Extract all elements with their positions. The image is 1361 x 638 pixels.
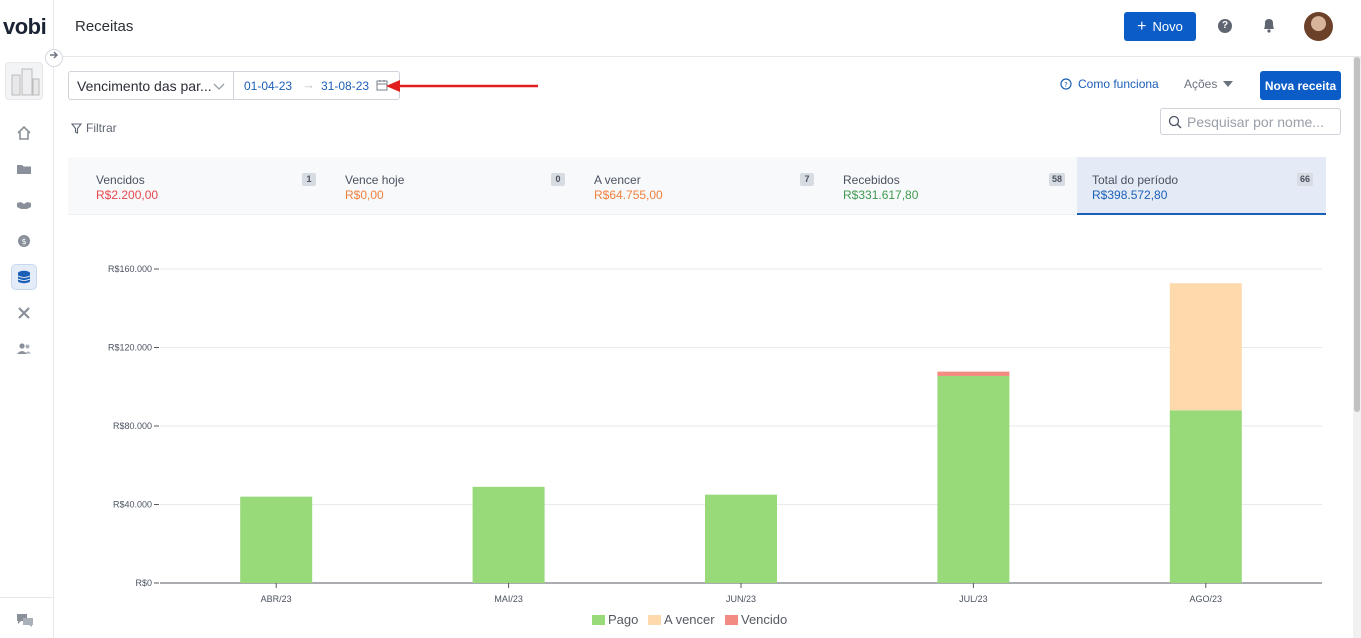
bar-segment [705, 494, 777, 583]
summary-amount: R$2.200,00 [96, 188, 159, 202]
summary-card-a-vencer[interactable]: A vencer R$64.755,00 7 [566, 157, 815, 215]
page-title: Receitas [75, 18, 134, 35]
summary-label: Recebidos [843, 173, 900, 187]
date-start-input[interactable]: 01-04-23 [244, 79, 292, 93]
how-it-works-label: Como funciona [1078, 77, 1159, 91]
sidebar-coins-stack-icon[interactable] [11, 264, 37, 290]
y-tick-label: R$40.000 [113, 500, 152, 510]
caret-down-icon [1223, 81, 1234, 87]
summary-amount: R$331.617,80 [843, 188, 919, 202]
question-circle-icon: ? [1060, 78, 1072, 90]
bar-segment [937, 371, 1010, 376]
red-arrow-annotation-icon [386, 80, 538, 92]
sidebar-dollar-badge-icon[interactable]: $ [11, 228, 37, 254]
actions-dropdown[interactable]: Ações [1184, 77, 1234, 91]
filter-icon [71, 122, 82, 134]
summary-label: Vencidos [96, 173, 145, 187]
search-input[interactable]: Pesquisar por nome... [1160, 108, 1341, 135]
legend-swatch [725, 615, 738, 625]
range-arrow-icon: → [302, 77, 315, 92]
bell-icon[interactable] [1262, 17, 1276, 38]
y-tick-label: R$160.000 [108, 264, 152, 274]
summary-amount: R$64.755,00 [594, 188, 663, 202]
user-avatar[interactable] [1304, 12, 1333, 41]
new-revenue-button[interactable]: Nova receita [1260, 71, 1341, 100]
legend-swatch [648, 615, 661, 625]
sidebar-home-icon[interactable] [11, 120, 37, 146]
sidebar: vobi $ [0, 0, 54, 638]
sidebar-users-icon[interactable] [11, 336, 37, 362]
summary-amount: R$398.572,80 [1092, 188, 1168, 202]
summary-card-recebidos[interactable]: Recebidos R$331.617,80 58 [815, 157, 1066, 215]
y-tick-label: R$80.000 [113, 421, 152, 431]
date-type-value: Vencimento das par... [77, 78, 212, 94]
sidebar-collapse-button[interactable] [45, 49, 63, 67]
filter-button[interactable]: Filtrar [71, 121, 117, 135]
x-tick-label: JUN/23 [726, 594, 756, 604]
y-tick-label: R$0 [135, 578, 152, 588]
plus-icon: + [1137, 17, 1147, 35]
summary-card-vencidos[interactable]: Vencidos R$2.200,00 1 [68, 157, 317, 215]
x-tick-label: JUL/23 [959, 594, 988, 604]
summary-count-badge: 1 [302, 173, 316, 186]
summary-count-badge: 58 [1049, 173, 1066, 186]
date-end-input[interactable]: 31-08-23 [321, 79, 369, 93]
date-range-picker[interactable]: 01-04-23 → 31-08-23 [233, 71, 400, 100]
summary-amount: R$0,00 [345, 188, 384, 202]
filter-label: Filtrar [86, 121, 117, 135]
actions-label: Ações [1184, 77, 1218, 91]
svg-text:$: $ [21, 237, 26, 246]
bar-segment [1169, 410, 1242, 583]
summary-label: Vence hoje [345, 173, 405, 187]
page-scrollbar[interactable] [1353, 57, 1361, 638]
x-tick-label: AGO/23 [1190, 594, 1223, 604]
sidebar-tools-icon[interactable] [11, 300, 37, 326]
how-it-works-link[interactable]: ? Como funciona [1060, 77, 1159, 91]
app-logo[interactable]: vobi [3, 14, 47, 40]
bar-segment [937, 375, 1010, 583]
summary-label: A vencer [594, 173, 641, 187]
help-icon[interactable]: ? [1218, 19, 1232, 33]
chat-icon[interactable] [16, 612, 34, 633]
sidebar-folder-icon[interactable] [11, 156, 37, 182]
summary-bar: Vencidos R$2.200,00 1 Vence hoje R$0,00 … [68, 157, 1326, 215]
date-type-select[interactable]: Vencimento das par... [68, 71, 234, 100]
search-placeholder: Pesquisar por nome... [1187, 114, 1324, 130]
summary-card-vence-hoje[interactable]: Vence hoje R$0,00 0 [317, 157, 566, 215]
summary-count-badge: 7 [800, 173, 814, 186]
summary-count-badge: 0 [551, 173, 565, 186]
top-bar: Receitas + Novo ? [54, 0, 1361, 57]
sidebar-divider [0, 597, 54, 598]
x-tick-label: MAI/23 [494, 594, 523, 604]
new-button[interactable]: + Novo [1124, 12, 1196, 41]
legend-label: Vencido [741, 612, 787, 627]
new-button-label: Novo [1152, 19, 1183, 34]
arrow-right-icon [50, 51, 58, 59]
bar-segment [1169, 283, 1242, 411]
bar-segment [240, 496, 313, 583]
bar-segment [472, 486, 545, 583]
legend-label: A vencer [664, 612, 715, 627]
company-thumbnail[interactable] [5, 62, 43, 100]
svg-text:?: ? [1064, 81, 1068, 89]
sidebar-handshake-icon[interactable] [11, 192, 37, 218]
legend-swatch [592, 615, 605, 625]
revenue-chart: R$0 R$40.000 R$80.000 R$120.000 R$160.000 ABR… [108, 264, 1322, 627]
chevron-down-icon [213, 83, 225, 90]
y-tick-label: R$120.000 [108, 343, 152, 353]
search-icon [1168, 115, 1182, 129]
legend-label: Pago [608, 612, 638, 627]
summary-count-badge: 66 [1297, 173, 1314, 186]
summary-card-total[interactable]: Total do período R$398.572,80 66 [1077, 157, 1326, 215]
scrollbar-thumb[interactable] [1354, 57, 1360, 412]
x-tick-label: ABR/23 [261, 594, 292, 604]
summary-label: Total do período [1092, 173, 1179, 187]
